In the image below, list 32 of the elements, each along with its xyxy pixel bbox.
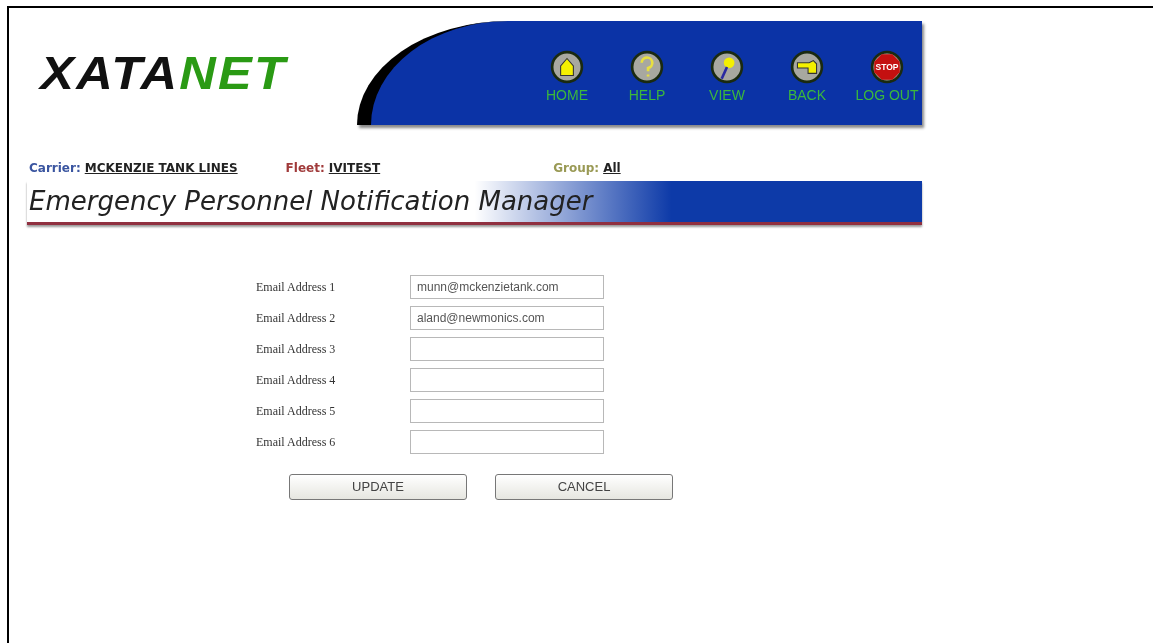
email-field[interactable] — [410, 337, 604, 361]
field-label: Email Address 5 — [256, 403, 337, 420]
email-field[interactable] — [410, 430, 604, 454]
context-label: Fleet: — [285, 160, 325, 177]
context-link[interactable]: MCKENZIE TANK LINES — [84, 159, 238, 177]
form-button[interactable]: CANCEL — [495, 474, 673, 500]
form-button[interactable]: UPDATE — [289, 474, 467, 500]
field-label: Email Address 3 — [256, 341, 337, 358]
context-link[interactable]: IVITEST — [328, 159, 381, 177]
home-icon — [550, 50, 584, 84]
back-icon — [790, 50, 824, 84]
context-link[interactable]: All — [603, 159, 621, 177]
context-label: Group: — [553, 160, 600, 177]
logo: XATANET — [37, 45, 290, 101]
nav-button[interactable]: BACK — [776, 50, 838, 102]
view-icon — [710, 50, 744, 84]
help-icon — [630, 50, 664, 84]
nav-button[interactable]: HELP — [616, 50, 678, 102]
field-label: Email Address 1 — [256, 279, 337, 296]
email-field[interactable] — [410, 399, 604, 423]
email-field[interactable] — [410, 368, 604, 392]
email-field[interactable]: munn@mckenzietank.com — [410, 275, 604, 299]
page-title: Emergency Personnel Notification Manager — [28, 185, 593, 218]
nav-button[interactable]: HOME — [536, 50, 598, 102]
field-label: Email Address 6 — [256, 434, 337, 451]
context-label: Carrier: — [29, 160, 81, 177]
email-field[interactable]: aland@newmonics.com — [410, 306, 604, 330]
nav-button[interactable]: VIEW — [696, 50, 758, 102]
field-label: Email Address 2 — [256, 310, 337, 327]
nav-button[interactable]: STOP LOG OUT — [856, 50, 918, 102]
stop-icon: STOP — [870, 50, 904, 84]
field-label: Email Address 4 — [256, 372, 337, 389]
